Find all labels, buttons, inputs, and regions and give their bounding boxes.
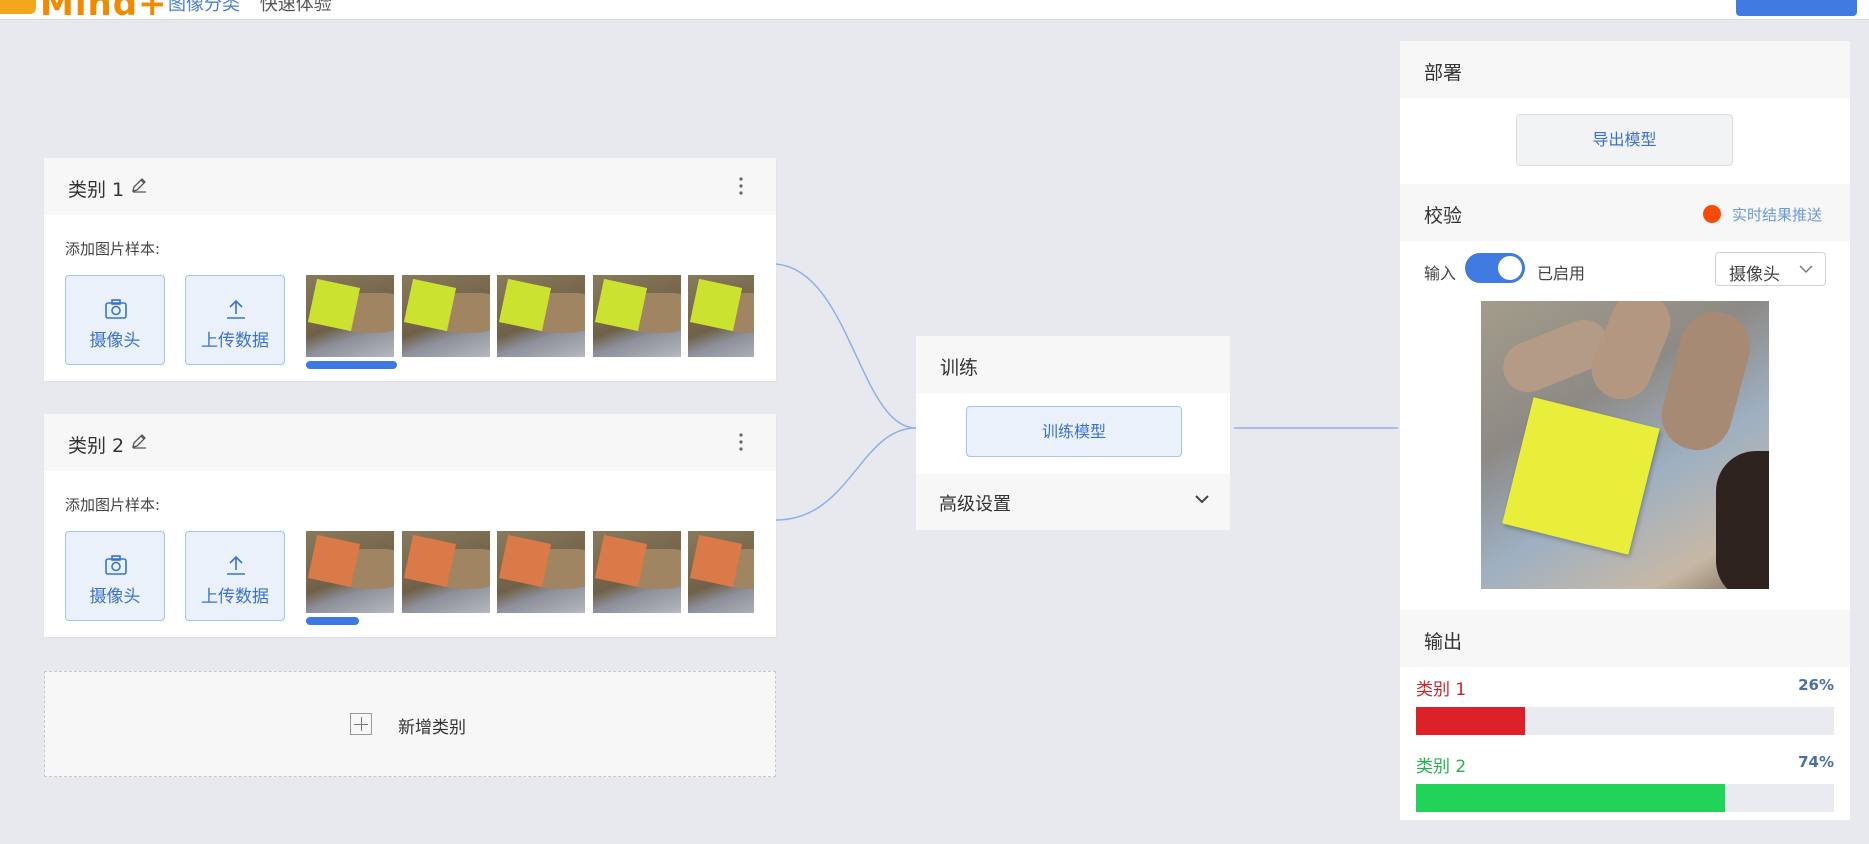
upload-button-label: 上传数据 <box>201 587 269 607</box>
camera-icon <box>105 299 127 319</box>
input-enable-toggle[interactable] <box>1465 253 1525 283</box>
category-name: 类别 2 <box>68 435 125 457</box>
plus-icon <box>350 713 372 735</box>
more-options-icon[interactable] <box>738 176 744 196</box>
upload-button[interactable]: 上传数据 <box>185 531 285 621</box>
verify-title: 校验 <box>1424 205 1463 227</box>
category-card-2: 类别 2 添加图片样本: 摄像头 上传数据 <box>44 414 776 637</box>
live-push-link[interactable]: 实时结果推送 <box>1732 204 1822 225</box>
edit-pencil-icon[interactable] <box>130 432 148 450</box>
chevron-down-icon <box>1195 495 1209 504</box>
sample-scroll-progress[interactable] <box>306 617 359 625</box>
connector-class2-train <box>775 427 917 521</box>
confidence-bar-fill <box>1416 707 1525 735</box>
edit-pencil-icon[interactable] <box>130 176 148 194</box>
export-model-button[interactable]: 导出模型 <box>1516 114 1733 166</box>
sample-thumbnail[interactable] <box>402 275 490 357</box>
connector-class1-train <box>775 263 917 429</box>
sample-thumbnail[interactable] <box>688 531 754 613</box>
train-model-button[interactable]: 训练模型 <box>966 406 1182 457</box>
sample-thumbnail[interactable] <box>688 275 754 357</box>
output-percent: 74% <box>1798 753 1834 771</box>
output-title: 输出 <box>1424 631 1463 653</box>
input-source-value: 摄像头 <box>1729 265 1780 285</box>
category-card-header: 类别 2 <box>44 414 776 471</box>
add-category-button[interactable]: 新增类别 <box>44 671 776 777</box>
sample-thumbnail[interactable] <box>593 275 681 357</box>
camera-button-label: 摄像头 <box>89 587 141 607</box>
category-card-1: 类别 1 添加图片样本: 摄像头 上传数据 <box>44 158 776 381</box>
add-category-label: 新增类别 <box>398 718 466 738</box>
sample-thumbnail[interactable] <box>497 531 585 613</box>
advanced-settings-label: 高级设置 <box>939 494 1011 515</box>
chevron-down-icon <box>1799 265 1813 273</box>
category-card-header: 类别 1 <box>44 158 776 215</box>
advanced-settings-toggle[interactable]: 高级设置 <box>916 474 1230 530</box>
sample-thumbnails <box>306 531 754 613</box>
toggle-state-label: 已启用 <box>1537 264 1586 283</box>
output-class-label: 类别 2 <box>1416 757 1467 777</box>
sample-thumbnails <box>306 275 754 357</box>
add-sample-label: 添加图片样本: <box>65 496 161 514</box>
upload-icon <box>227 555 245 575</box>
train-panel: 训练 训练模型 高级设置 <box>916 336 1230 530</box>
sample-scroll-progress[interactable] <box>306 361 397 369</box>
toggle-knob <box>1498 256 1522 280</box>
deploy-verify-output-panel: 部署 导出模型 校验 实时结果推送 输入 已启用 摄像头 输出 类别 1 26%… <box>1400 41 1850 820</box>
output-header: 输出 <box>1400 610 1850 667</box>
sample-thumbnail[interactable] <box>306 275 394 357</box>
verify-header: 校验 实时结果推送 <box>1400 184 1850 241</box>
category-name: 类别 1 <box>68 179 125 201</box>
input-source-select[interactable]: 摄像头 <box>1715 252 1826 286</box>
camera-button-label: 摄像头 <box>89 331 141 351</box>
upload-icon <box>227 299 245 319</box>
sample-thumbnail[interactable] <box>593 531 681 613</box>
deploy-title: 部署 <box>1424 62 1463 84</box>
add-sample-label: 添加图片样本: <box>65 240 161 258</box>
camera-button[interactable]: 摄像头 <box>65 275 165 365</box>
output-class-label: 类别 1 <box>1416 680 1467 700</box>
confidence-bar <box>1416 784 1834 812</box>
live-status-dot <box>1703 205 1721 223</box>
sample-thumbnail[interactable] <box>402 531 490 613</box>
sample-thumbnail[interactable] <box>497 275 585 357</box>
output-percent: 26% <box>1798 676 1834 694</box>
input-label: 输入 <box>1424 264 1457 283</box>
deploy-header: 部署 <box>1400 41 1850 98</box>
more-options-icon[interactable] <box>738 432 744 452</box>
train-title: 训练 <box>940 357 979 379</box>
confidence-bar <box>1416 707 1834 735</box>
upload-button[interactable]: 上传数据 <box>185 275 285 365</box>
confidence-bar-fill <box>1416 784 1726 812</box>
camera-preview <box>1481 301 1769 589</box>
sample-thumbnail[interactable] <box>306 531 394 613</box>
train-header: 训练 <box>916 336 1230 393</box>
camera-button[interactable]: 摄像头 <box>65 531 165 621</box>
upload-button-label: 上传数据 <box>201 331 269 351</box>
camera-icon <box>105 555 127 575</box>
